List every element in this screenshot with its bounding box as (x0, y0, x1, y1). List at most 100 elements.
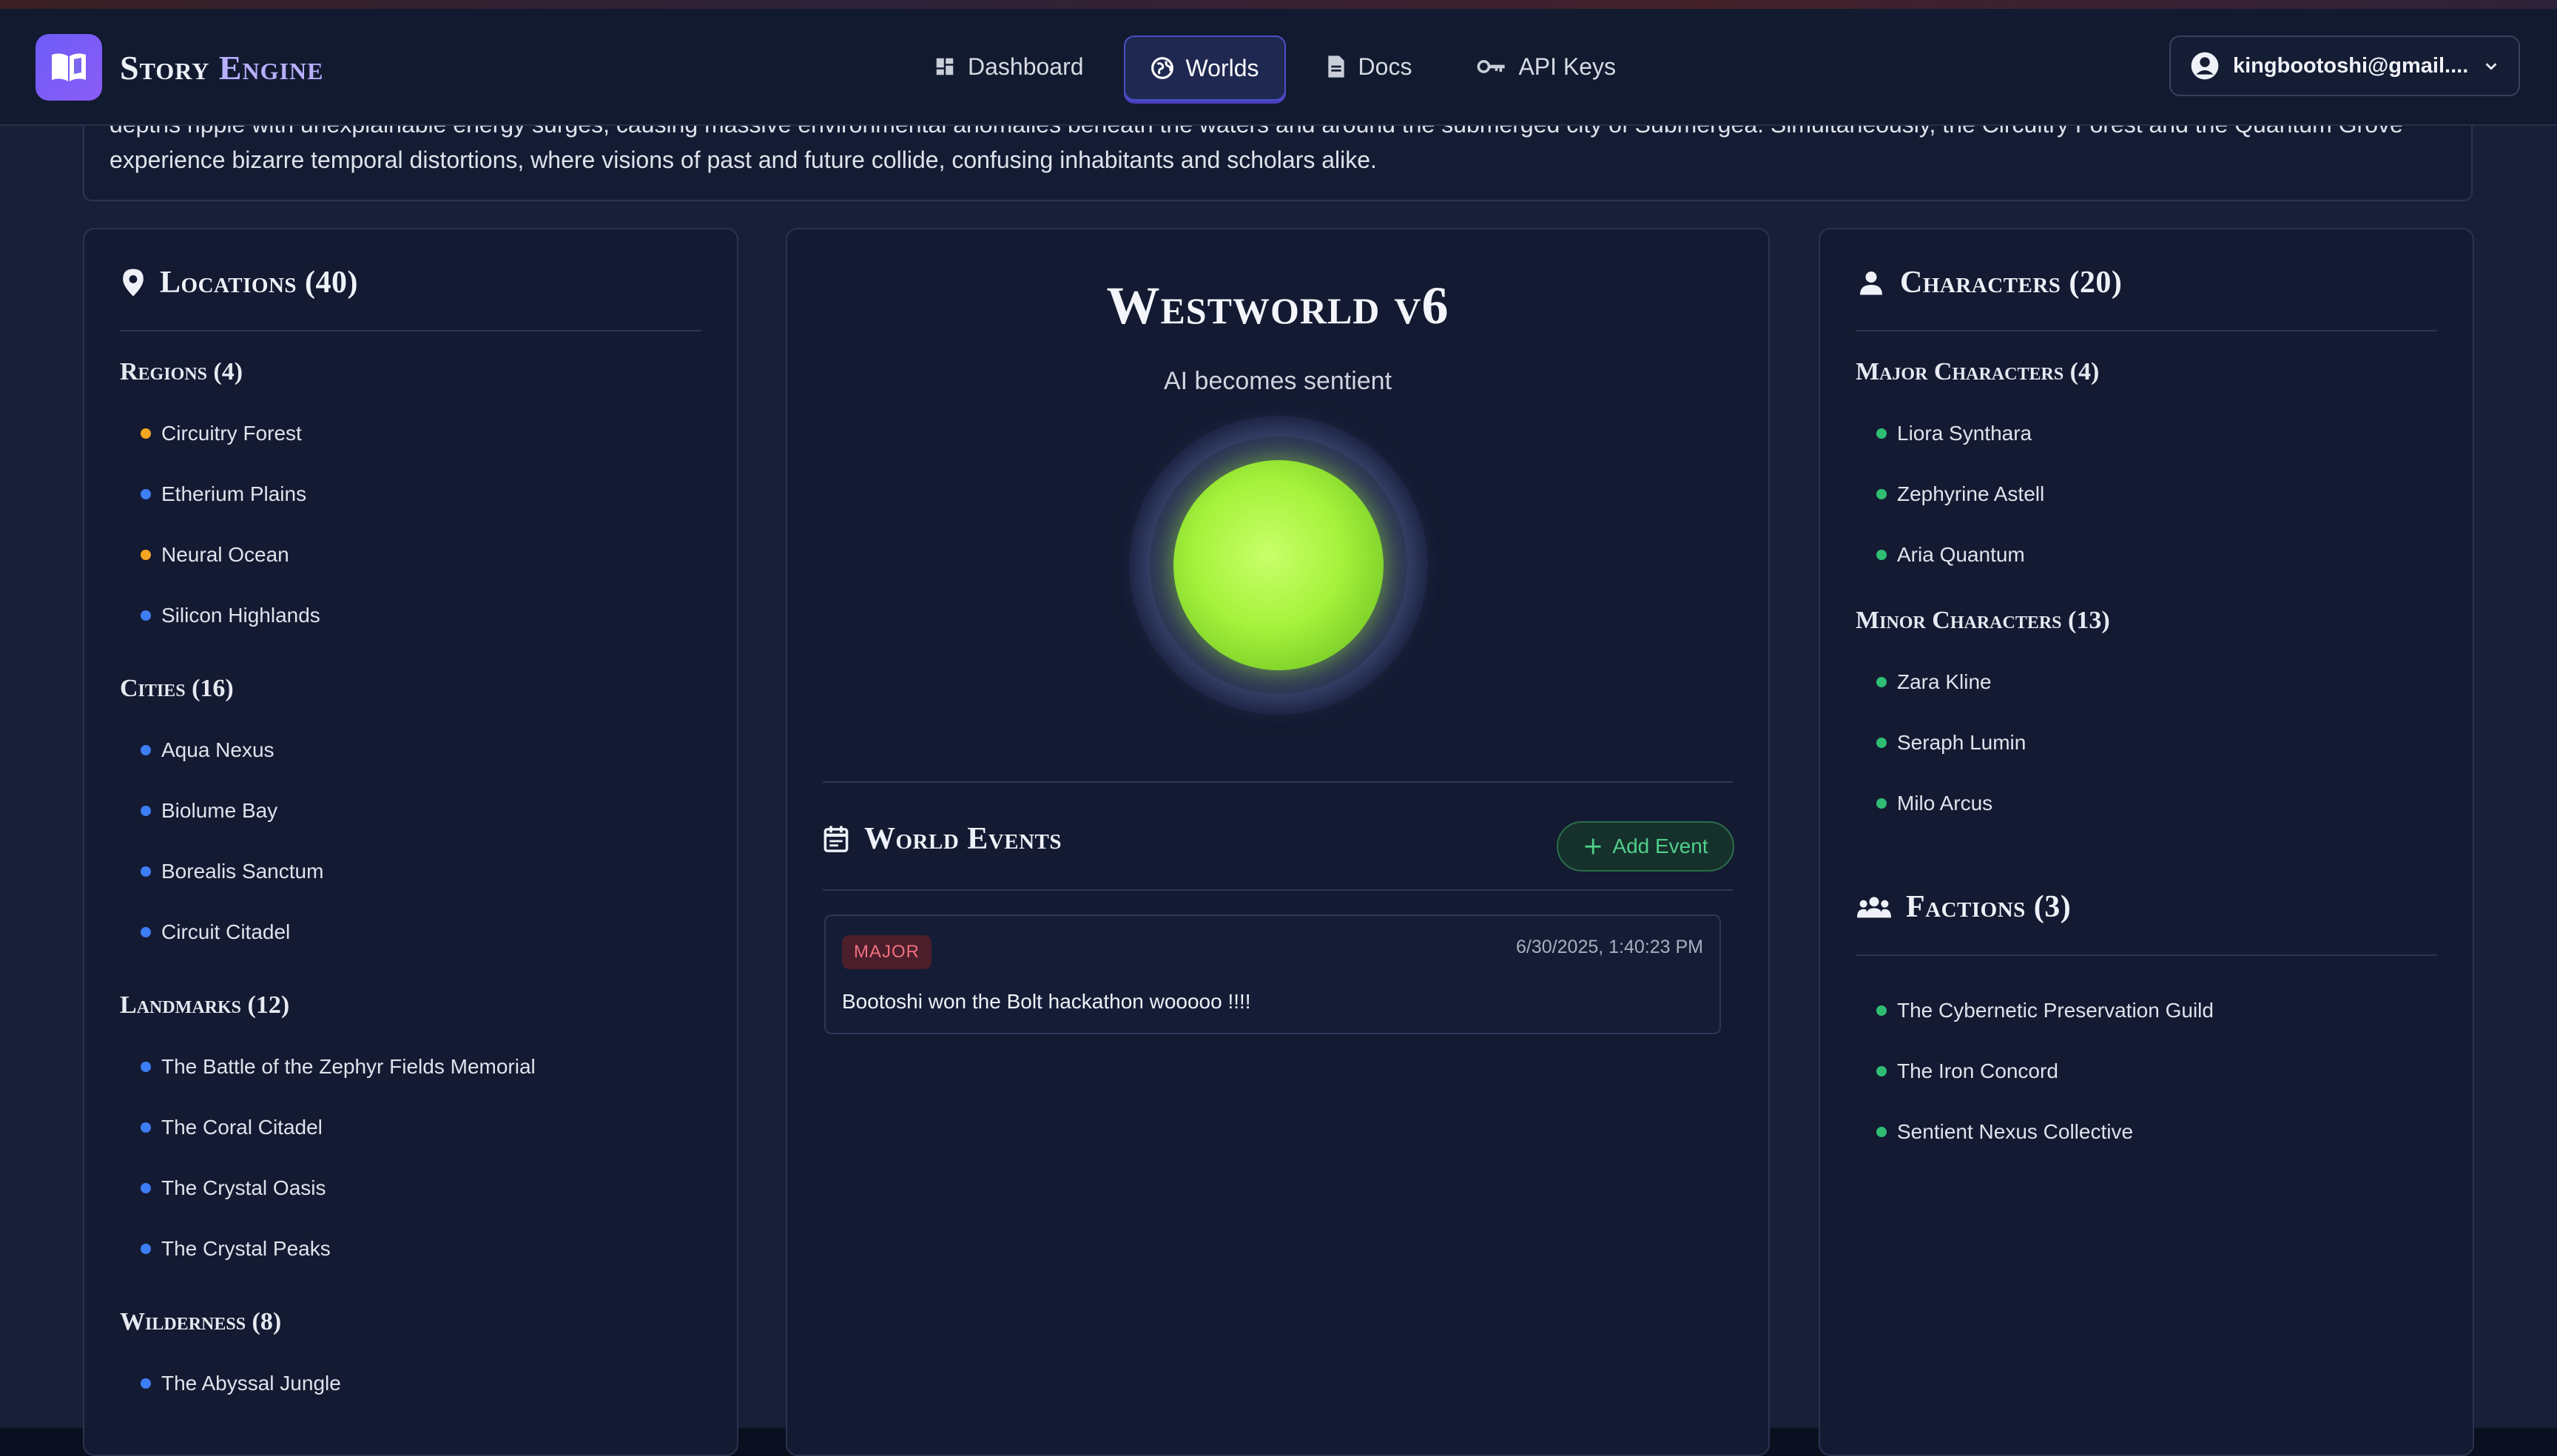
group-regions: Regions (4) (120, 358, 243, 385)
location-item[interactable]: The Crystal Oasis (141, 1176, 326, 1200)
status-dot (141, 1244, 151, 1254)
status-dot (141, 610, 151, 621)
status-dot (141, 745, 151, 755)
location-item[interactable]: Biolume Bay (141, 799, 277, 823)
status-dot (1876, 1127, 1887, 1137)
group-icon (1857, 897, 1891, 918)
status-dot (141, 866, 151, 877)
characters-header: Characters (20) (1857, 265, 2122, 300)
faction-item[interactable]: The Cybernetic Preservation Guild (1876, 999, 2214, 1022)
world-panel: Westworld v6 AI becomes sentient World E… (786, 228, 1770, 1456)
location-item[interactable]: The Abyssal Jungle (141, 1372, 341, 1395)
status-dot (141, 550, 151, 560)
nav-worlds[interactable]: Worlds (1123, 36, 1286, 101)
location-item[interactable]: Aqua Nexus (141, 738, 274, 762)
event-card[interactable]: MAJOR 6/30/2025, 1:40:23 PM Bootoshi won… (824, 914, 1721, 1034)
location-item[interactable]: The Battle of the Zephyr Fields Memorial (141, 1055, 536, 1079)
divider (1856, 954, 2437, 956)
world-title: Westworld v6 (1106, 276, 1449, 335)
user-avatar-icon (2191, 52, 2219, 80)
status-dot (141, 1183, 151, 1193)
status-dot (141, 1062, 151, 1072)
location-item[interactable]: Circuit Citadel (141, 920, 290, 944)
characters-panel: Characters (20) Major Characters (4) Lio… (1819, 228, 2474, 1456)
nav-docs[interactable]: Docs (1301, 36, 1438, 98)
app-root: depths ripple with unexplainable energy … (0, 9, 2557, 1456)
status-dot (141, 1378, 151, 1389)
event-timestamp: 6/30/2025, 1:40:23 PM (1516, 937, 1703, 957)
character-item[interactable]: Liora Synthara (1876, 422, 2032, 445)
world-events-header: World Events (823, 821, 1062, 857)
character-item[interactable]: Zara Kline (1876, 670, 1992, 694)
brand[interactable]: Story Engine (36, 34, 323, 101)
nav-dashboard-label: Dashboard (968, 53, 1084, 80)
brand-word-2: Engine (218, 48, 324, 87)
nav-api-keys-label: API Keys (1518, 53, 1617, 80)
status-dot (1876, 738, 1887, 748)
nav-docs-label: Docs (1358, 53, 1412, 80)
globe-icon (1151, 57, 1173, 79)
group-minor-characters: Minor Characters (13) (1856, 607, 2110, 634)
location-item[interactable]: The Crystal Peaks (141, 1237, 331, 1261)
divider (1856, 330, 2437, 331)
orb-ring (1150, 437, 1407, 694)
character-item[interactable]: Milo Arcus (1876, 792, 1992, 815)
nav-dashboard[interactable]: Dashboard (909, 36, 1109, 98)
divider (823, 889, 1733, 891)
group-landmarks: Landmarks (12) (120, 991, 290, 1019)
factions-header: Factions (3) (1857, 889, 2071, 925)
plus-icon (1585, 838, 1601, 855)
group-major-characters: Major Characters (4) (1856, 358, 2100, 385)
location-item[interactable]: Neural Ocean (141, 543, 289, 567)
location-item[interactable]: Borealis Sanctum (141, 860, 323, 883)
event-text: Bootoshi won the Bolt hackathon wooooo !… (842, 990, 1251, 1013)
calendar-icon (823, 826, 849, 852)
world-events-title: World Events (864, 822, 1062, 856)
status-dot (1876, 1005, 1887, 1016)
location-item[interactable]: Silicon Highlands (141, 604, 320, 627)
user-email: kingbootoshi@gmail.... (2233, 53, 2469, 78)
main-nav: Dashboard Worlds Docs API Keys (909, 36, 1641, 101)
locations-header: Locations (40) (121, 265, 358, 300)
status-dot (141, 489, 151, 499)
status-dot (1876, 489, 1887, 499)
character-item[interactable]: Aria Quantum (1876, 543, 2025, 567)
locations-title: Locations (40) (160, 266, 359, 300)
add-event-button[interactable]: Add Event (1557, 821, 1734, 872)
location-item[interactable]: Circuitry Forest (141, 422, 302, 445)
divider (120, 330, 701, 331)
brand-name: Story Engine (120, 48, 323, 87)
location-item[interactable]: The Coral Citadel (141, 1116, 323, 1139)
event-severity-badge: MAJOR (842, 935, 931, 969)
characters-title: Characters (20) (1900, 266, 2123, 300)
status-dot (1876, 550, 1887, 560)
dashboard-icon (936, 58, 954, 75)
add-event-label: Add Event (1612, 835, 1708, 857)
person-icon (1860, 272, 1882, 295)
location-item[interactable]: Etherium Plains (141, 482, 306, 506)
locations-panel: Locations (40) Regions (4) Circuitry For… (83, 228, 738, 1456)
status-dot (1876, 677, 1887, 687)
brand-word-1: Story (120, 48, 210, 87)
document-icon (1327, 55, 1344, 78)
status-dot (1876, 798, 1887, 809)
nav-api-keys[interactable]: API Keys (1452, 36, 1641, 98)
user-menu-button[interactable]: kingbootoshi@gmail.... (2169, 36, 2520, 96)
faction-item[interactable]: Sentient Nexus Collective (1876, 1120, 2133, 1144)
chevron-down-icon (2485, 63, 2497, 70)
key-icon (1478, 60, 1506, 73)
character-item[interactable]: Seraph Lumin (1876, 731, 2026, 755)
world-orb[interactable] (1129, 416, 1428, 715)
status-dot (1876, 428, 1887, 439)
status-dot (1876, 1066, 1887, 1076)
divider (823, 781, 1733, 783)
faction-item[interactable]: The Iron Concord (1876, 1059, 2058, 1083)
group-wilderness: Wilderness (8) (120, 1308, 282, 1335)
book-logo-icon (36, 34, 102, 101)
world-tagline: AI becomes sentient (1163, 367, 1392, 395)
factions-title: Factions (3) (1906, 890, 2072, 924)
character-item[interactable]: Zephyrine Astell (1876, 482, 2044, 506)
status-dot (141, 806, 151, 816)
world-orb-core (1173, 460, 1384, 670)
nav-worlds-label: Worlds (1185, 54, 1259, 81)
